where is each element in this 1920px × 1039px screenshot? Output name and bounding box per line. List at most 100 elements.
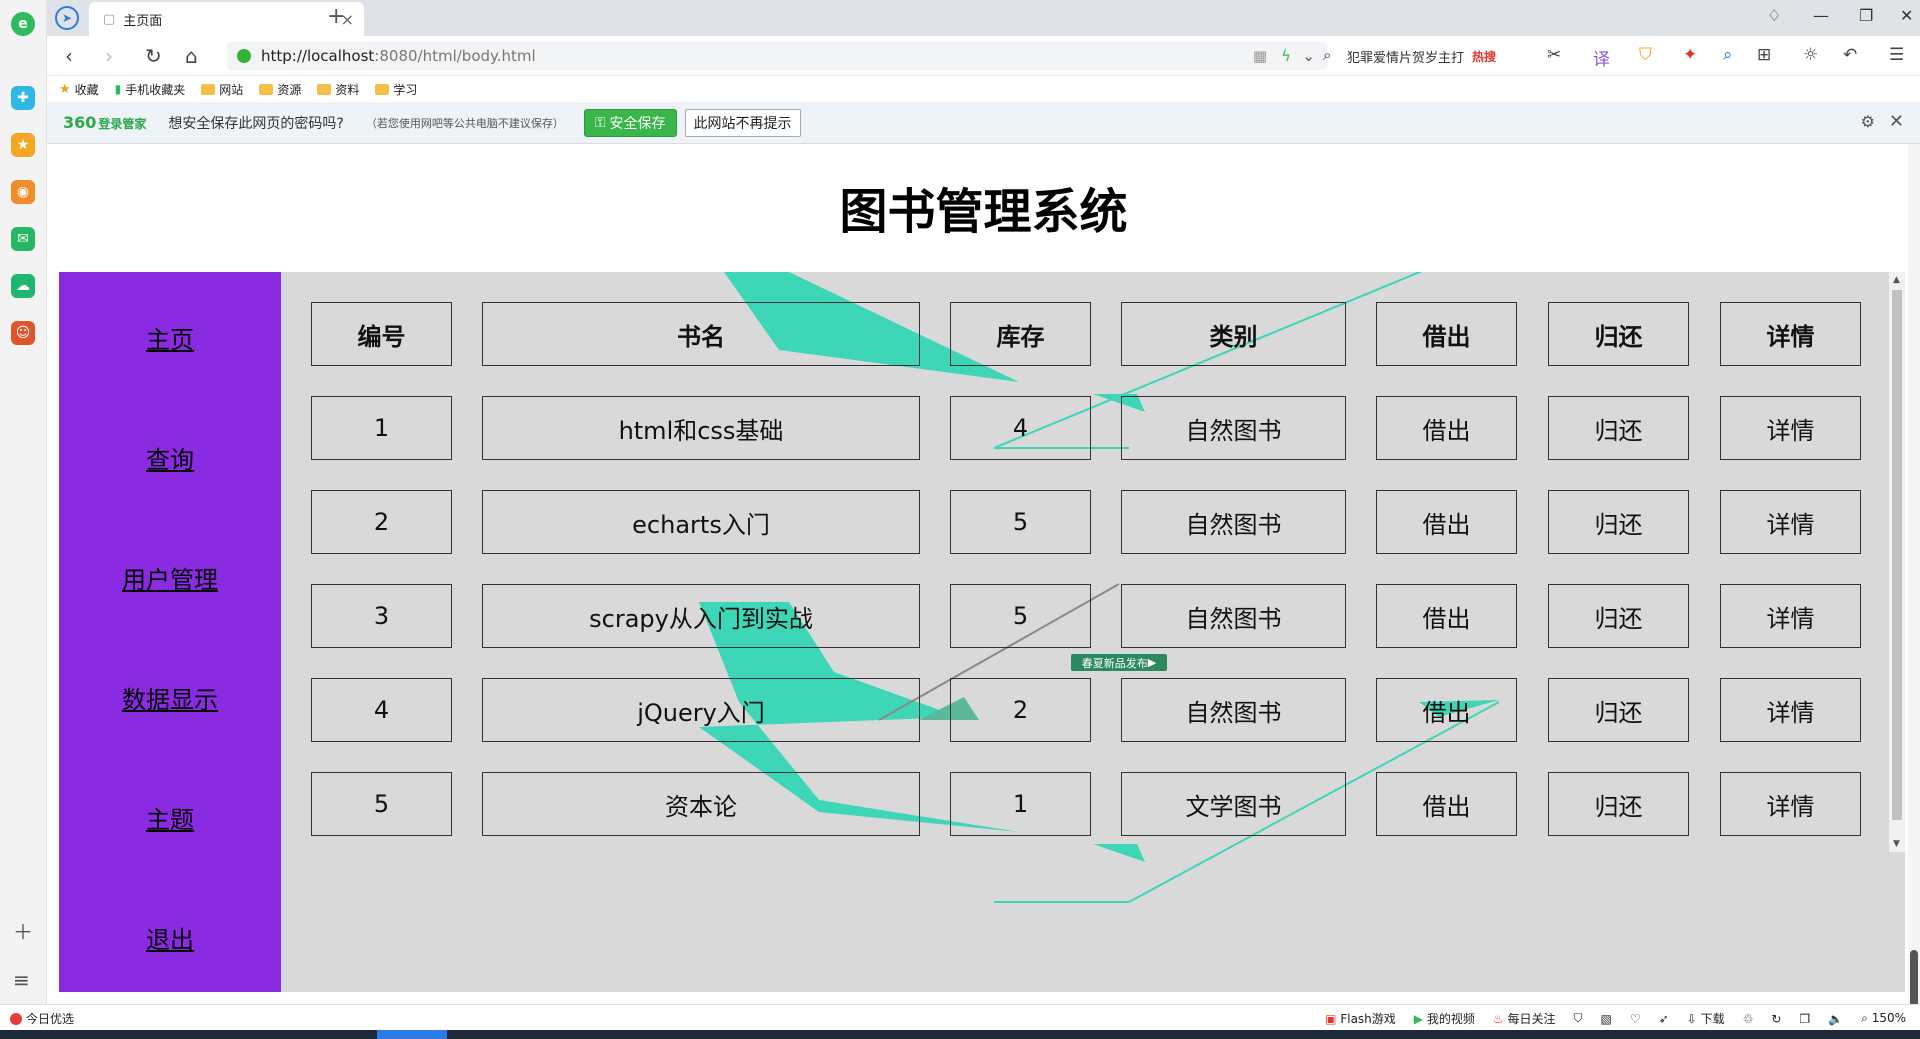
app-favorites-icon[interactable]: ★	[11, 133, 35, 157]
details-button[interactable]: 详情	[1720, 584, 1861, 648]
nav-sidebar: 主页 查询 用户管理 数据显示 主题 退出	[59, 272, 281, 992]
forward-icon[interactable]: ›	[105, 44, 113, 68]
scroll-up-icon[interactable]: ▲	[1893, 275, 1900, 285]
status-items: ▣ Flash游戏 ▶ 我的视频 ♨ 每日关注 ⛉ ▧ ♡ ➶ ⇩ 下载 ♲ ↻…	[1325, 1010, 1906, 1027]
my-video-link[interactable]: ▶ 我的视频	[1414, 1010, 1475, 1027]
rocket-icon[interactable]: ➶	[1659, 1012, 1669, 1026]
cleanup-icon[interactable]: ♲	[1743, 1012, 1754, 1026]
bookmark-materials[interactable]: 资料	[317, 81, 359, 98]
app-weibo-icon[interactable]: ◉	[11, 180, 35, 204]
shield-status-icon[interactable]: ⛉	[1573, 1011, 1582, 1026]
return-button[interactable]: 归还	[1548, 490, 1689, 554]
bookmark-favorites[interactable]: ★ 收藏	[59, 81, 99, 98]
app-plus-icon[interactable]: ✚	[11, 86, 35, 110]
borrow-button[interactable]: 借出	[1376, 772, 1517, 836]
zoom-control[interactable]: ⌕ 150%	[1861, 1011, 1906, 1026]
close-window-icon[interactable]: ✕	[1900, 6, 1913, 25]
scroll-down-icon[interactable]: ▼	[1893, 839, 1900, 849]
table-header: 类别	[1121, 302, 1346, 366]
table-header: 编号	[311, 302, 452, 366]
app-game-icon[interactable]: ☺	[11, 321, 35, 345]
qr-icon[interactable]: ▦	[1253, 47, 1267, 65]
home-icon[interactable]: ⌂	[185, 44, 198, 68]
today-picks[interactable]: 今日优选	[10, 1010, 74, 1027]
taskbar-active-app[interactable]	[377, 1030, 447, 1039]
borrow-button[interactable]: 借出	[1376, 490, 1517, 554]
return-button[interactable]: 归还	[1548, 396, 1689, 460]
chevron-down-icon[interactable]: ⌄	[1302, 47, 1315, 65]
details-button[interactable]: 详情	[1720, 678, 1861, 742]
never-remind-button[interactable]: 此网站不再提示	[684, 108, 801, 137]
nav-logout-link[interactable]: 退出	[59, 920, 281, 955]
return-button[interactable]: 归还	[1548, 584, 1689, 648]
app-mail-icon[interactable]: ✉	[11, 227, 35, 251]
heart-status-icon[interactable]: ♡	[1630, 1012, 1641, 1026]
menu-list-icon[interactable]: ≡	[13, 968, 30, 992]
nav-home-link[interactable]: 主页	[59, 320, 281, 355]
ad-badge[interactable]: 春夏新品发布 ▶	[1071, 654, 1167, 671]
download-link[interactable]: ⇩ 下载	[1687, 1010, 1725, 1027]
window-scrollbar[interactable]	[1908, 144, 1920, 1020]
nav-query-link[interactable]: 查询	[59, 440, 281, 475]
undo-icon[interactable]: ↶	[1843, 45, 1857, 65]
borrow-button[interactable]: 借出	[1376, 396, 1517, 460]
table-header: 借出	[1376, 302, 1517, 366]
translate-icon[interactable]: 译	[1593, 45, 1610, 70]
bookmark-websites[interactable]: 网站	[201, 81, 243, 98]
table-header: 书名	[482, 302, 920, 366]
grid-icon[interactable]: ⊞	[1757, 45, 1771, 65]
nav-theme-link[interactable]: 主题	[59, 800, 281, 835]
close-icon[interactable]: ✕	[1889, 111, 1904, 132]
game-icon[interactable]: ✦	[1683, 45, 1697, 65]
search-input[interactable]: ⌕ 犯罪爱情片贺岁主打 热搜	[1317, 42, 1527, 70]
bookmark-study[interactable]: 学习	[375, 81, 417, 98]
menu-icon[interactable]: ☰	[1889, 45, 1904, 65]
cell-id: 2	[311, 490, 452, 554]
browser-logo-icon[interactable]: e	[11, 12, 35, 36]
reload-icon[interactable]: ↻	[145, 44, 162, 68]
search-tool-icon[interactable]: ⌕	[1723, 45, 1733, 65]
play-icon: ▶	[1147, 656, 1157, 669]
minimize-icon[interactable]: —	[1813, 6, 1829, 25]
details-button[interactable]: 详情	[1720, 772, 1861, 836]
brightness-icon[interactable]: ☼	[1803, 45, 1818, 65]
bookmark-mobile[interactable]: ▮ 手机收藏夹	[115, 81, 186, 98]
cell-stock: 4	[950, 396, 1091, 460]
new-tab-button[interactable]: +	[327, 4, 345, 29]
nav-user-management-link[interactable]: 用户管理	[59, 560, 281, 595]
video-icon: ▶	[1413, 1012, 1424, 1026]
borrow-button[interactable]: 借出	[1376, 584, 1517, 648]
hot-search-badge[interactable]: 热搜	[1472, 48, 1496, 65]
return-button[interactable]: 归还	[1548, 678, 1689, 742]
lightning-icon[interactable]: ϟ	[1281, 47, 1291, 65]
return-button[interactable]: 归还	[1548, 772, 1689, 836]
refresh-status-icon[interactable]: ↻	[1771, 1012, 1781, 1026]
back-icon[interactable]: ‹	[65, 44, 73, 68]
daily-focus-link[interactable]: ♨ 每日关注	[1493, 1010, 1556, 1027]
url-input[interactable]: http://localhost:8080/html/body.html ▦ ϟ…	[227, 42, 1327, 70]
gear-icon[interactable]: ⚙	[1861, 112, 1875, 131]
os-taskbar	[0, 1030, 1920, 1039]
tab-main[interactable]: ▢ 主页面 ×	[89, 2, 364, 36]
borrow-button[interactable]: 借出	[1376, 678, 1517, 742]
app-cloud-icon[interactable]: ☁	[11, 274, 35, 298]
content-scrollbar[interactable]: ▲ ▼	[1889, 272, 1905, 852]
flash-games-link[interactable]: ▣ Flash游戏	[1325, 1010, 1396, 1027]
teal-shape	[1093, 844, 1145, 862]
cell-id: 3	[311, 584, 452, 648]
bookmark-resources[interactable]: 资源	[259, 81, 301, 98]
details-button[interactable]: 详情	[1720, 490, 1861, 554]
speaker-icon[interactable]: 🔈	[1828, 1012, 1843, 1026]
scroll-thumb[interactable]	[1892, 290, 1902, 820]
restore-icon[interactable]: ❐	[1859, 6, 1873, 25]
nav-data-display-link[interactable]: 数据显示	[59, 680, 281, 715]
save-password-button[interactable]: ⚿ 安全保存	[583, 108, 677, 137]
navigation-icon[interactable]: ➤	[55, 6, 79, 30]
scissors-icon[interactable]: ✂	[1547, 45, 1561, 65]
shirt-icon[interactable]: ♢	[1767, 6, 1781, 25]
details-button[interactable]: 详情	[1720, 396, 1861, 460]
image-icon[interactable]: ▧	[1601, 1012, 1612, 1026]
add-app-icon[interactable]: ＋	[13, 916, 33, 945]
shield-icon[interactable]: ⛉	[1639, 45, 1652, 65]
window-icon[interactable]: ❐	[1799, 1012, 1810, 1026]
